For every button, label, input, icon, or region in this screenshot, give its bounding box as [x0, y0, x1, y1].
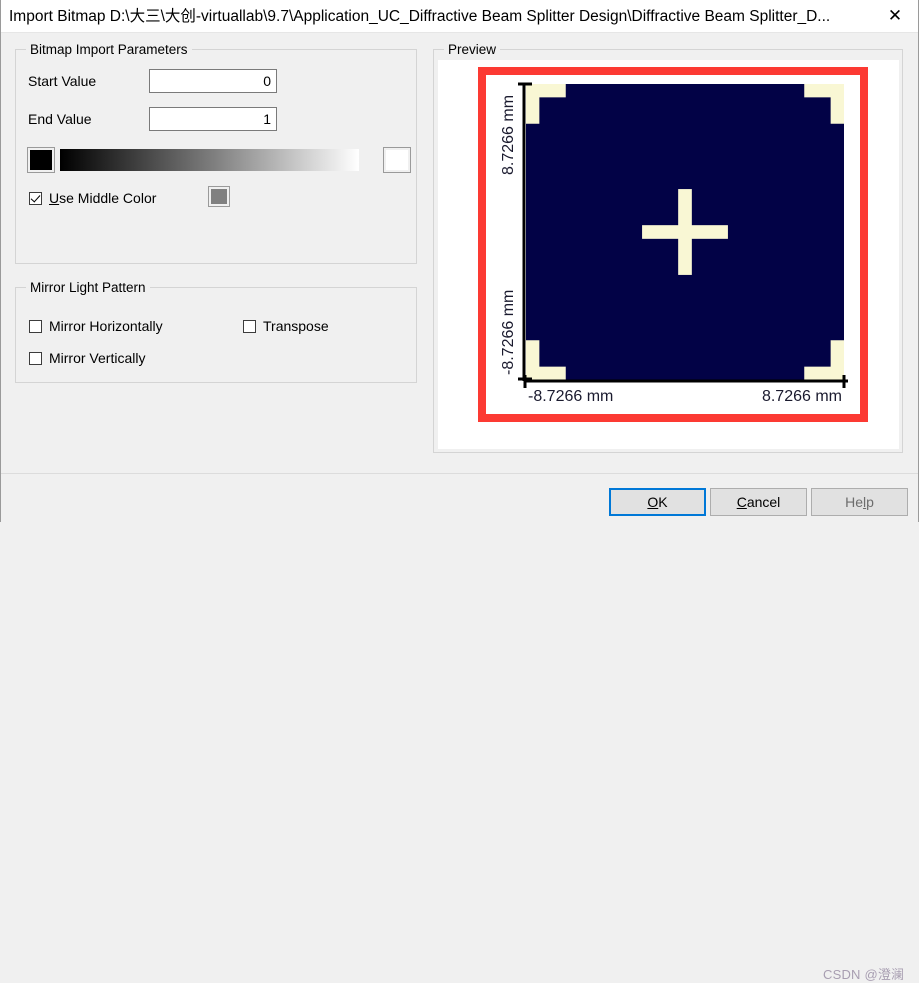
light-pattern-plot: 8.7266 mm -8.7266 mm -8.7266 mm 8.7266 m… — [486, 75, 860, 414]
end-value-input[interactable] — [149, 107, 277, 131]
preview-group: Preview 8.7266 mm -8.7266 mm -8.7266 mm … — [433, 42, 903, 453]
checkbox-box — [29, 191, 42, 205]
checkbox-box — [29, 319, 42, 333]
use-middle-color-label: UUse Middle Colorse Middle Color — [49, 190, 157, 206]
start-value-input[interactable] — [149, 69, 277, 93]
checkbox-box — [243, 319, 256, 333]
center-cross-vertical — [678, 189, 692, 275]
start-color-swatch[interactable] — [27, 147, 55, 173]
watermark: CSDN @澄澜 — [823, 967, 905, 982]
x-axis-tick-label-min: -8.7266 mm — [528, 388, 613, 405]
mirror-vertically-label: Mirror Vertically — [49, 350, 146, 366]
y-axis-tick-label-max: 8.7266 mm — [500, 95, 517, 175]
end-color-swatch[interactable] — [383, 147, 411, 173]
corner-mark-bottom-right-v — [830, 340, 844, 380]
mirror-horizontally-checkbox[interactable]: Mirror Horizontally — [29, 318, 163, 334]
import-bitmap-dialog: Import Bitmap D:\大三\大创-virtuallab\9.7\Ap… — [0, 0, 919, 982]
preview-selection-frame[interactable]: 8.7266 mm -8.7266 mm -8.7266 mm 8.7266 m… — [478, 67, 868, 422]
x-axis-tick-label-max: 8.7266 mm — [762, 388, 842, 405]
window-title: Import Bitmap D:\大三\大创-virtuallab\9.7\Ap… — [9, 8, 831, 25]
corner-mark-bottom-left-v — [526, 340, 540, 380]
transpose-label: Transpose — [263, 318, 329, 334]
mirror-group-title: Mirror Light Pattern — [26, 280, 150, 295]
y-axis-tick-label-min: -8.7266 mm — [500, 290, 517, 375]
corner-mark-top-left-v — [526, 84, 540, 124]
mirror-vertically-checkbox[interactable]: Mirror Vertically — [29, 350, 145, 366]
corner-mark-top-right-v — [830, 84, 844, 124]
bitmap-import-parameters-group: Bitmap Import Parameters Start Value End… — [15, 42, 417, 264]
close-icon[interactable]: ✕ — [872, 0, 918, 32]
mirror-light-pattern-group: Mirror Light Pattern Mirror Horizontally… — [15, 280, 417, 383]
help-button[interactable]: Help — [811, 488, 908, 516]
start-value-label: Start Value — [28, 73, 97, 89]
use-middle-color-checkbox[interactable]: UUse Middle Colorse Middle Color — [29, 190, 156, 206]
transpose-checkbox[interactable]: Transpose — [243, 318, 329, 334]
middle-color-swatch[interactable] — [208, 186, 230, 207]
preview-group-title: Preview — [444, 42, 501, 57]
dialog-content: Bitmap Import Parameters Start Value End… — [1, 33, 918, 503]
dialog-footer: OK Cancel Help CSDN @澄澜 — [1, 473, 918, 982]
end-value-label: End Value — [28, 111, 92, 127]
bitmap-group-title: Bitmap Import Parameters — [26, 42, 192, 57]
cancel-button[interactable]: Cancel — [710, 488, 807, 516]
light-pattern-svg: 8.7266 mm -8.7266 mm -8.7266 mm 8.7266 m… — [486, 75, 860, 414]
preview-canvas: 8.7266 mm -8.7266 mm -8.7266 mm 8.7266 m… — [438, 60, 899, 449]
ok-button[interactable]: OK — [609, 488, 706, 516]
title-bar: Import Bitmap D:\大三\大创-virtuallab\9.7\Ap… — [1, 0, 918, 33]
mirror-horizontally-label: Mirror Horizontally — [49, 318, 163, 334]
checkbox-box — [29, 351, 42, 365]
color-gradient-bar[interactable] — [60, 149, 359, 171]
